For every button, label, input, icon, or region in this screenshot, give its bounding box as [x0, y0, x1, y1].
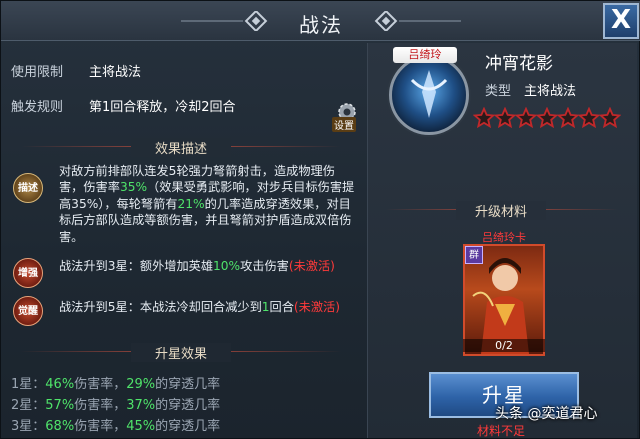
- star-effect-2: 2星：57%伤害率，37%的穿透几率: [11, 398, 221, 413]
- awaken-effect: 战法升到5星：本战法冷却回合减少到1回合(未激活): [59, 300, 340, 314]
- effect-description: 对敌方前排部队连发5轮强力弩箭射击，造成物理伤害，伤害率35%（效果受勇武影响，…: [59, 164, 355, 244]
- usage-limit-label: 使用限制: [11, 65, 64, 80]
- skill-dialog: 战法 X 使用限制 主将战法 触发规则 第1回合释放，冷却2回合 设置 效果描述…: [0, 0, 640, 439]
- card-count: 0/2: [463, 339, 545, 352]
- description-badge: 描述: [13, 173, 43, 203]
- star-effect-1: 1星：46%伤害率，29%的穿透几率: [11, 377, 221, 392]
- star-icon: [599, 107, 621, 129]
- hero-card-label: 吕绮玲卡: [482, 231, 526, 244]
- dialog-title: 战法: [299, 13, 343, 37]
- enhance-effect: 战法升到3星：额外增加英雄10%攻击伤害(未激活): [59, 259, 335, 273]
- crossbow-icon: [410, 70, 448, 118]
- enhance-badge: 增强: [13, 258, 43, 288]
- skill-type-label: 类型: [485, 84, 512, 99]
- title-ornament-right: [374, 11, 461, 31]
- star-icon: [578, 107, 600, 129]
- star-effects-header: 升星效果: [131, 343, 231, 362]
- star-icon: [536, 107, 558, 129]
- trigger-rule-label: 触发规则: [11, 100, 64, 115]
- title-bar: 战法 X: [1, 1, 640, 41]
- faction-badge: 群: [465, 246, 483, 264]
- star-icon: [473, 107, 495, 129]
- usage-limit-value: 主将战法: [89, 65, 142, 80]
- star-rating: [473, 107, 621, 133]
- star-icon: [557, 107, 579, 129]
- insufficient-materials-text: 材料不足: [477, 424, 526, 438]
- skill-type-value: 主将战法: [524, 84, 577, 99]
- hero-name-tag: 吕绮玲: [393, 47, 457, 63]
- materials-header: 升级材料: [456, 201, 546, 220]
- awaken-badge: 觉醒: [13, 296, 43, 326]
- trigger-rule-value: 第1回合释放，冷却2回合: [89, 100, 236, 115]
- star-icon: [515, 107, 537, 129]
- close-button[interactable]: X: [603, 3, 639, 39]
- skill-icon[interactable]: [389, 55, 469, 135]
- star-effect-3: 3星：68%伤害率，45%的穿透几率: [11, 419, 221, 434]
- settings-label[interactable]: 设置: [332, 117, 356, 132]
- watermark: 头条 @奕道君心: [495, 406, 598, 422]
- skill-name: 冲宵花影: [485, 54, 553, 74]
- star-icon: [494, 107, 516, 129]
- effect-header: 效果描述: [131, 138, 231, 157]
